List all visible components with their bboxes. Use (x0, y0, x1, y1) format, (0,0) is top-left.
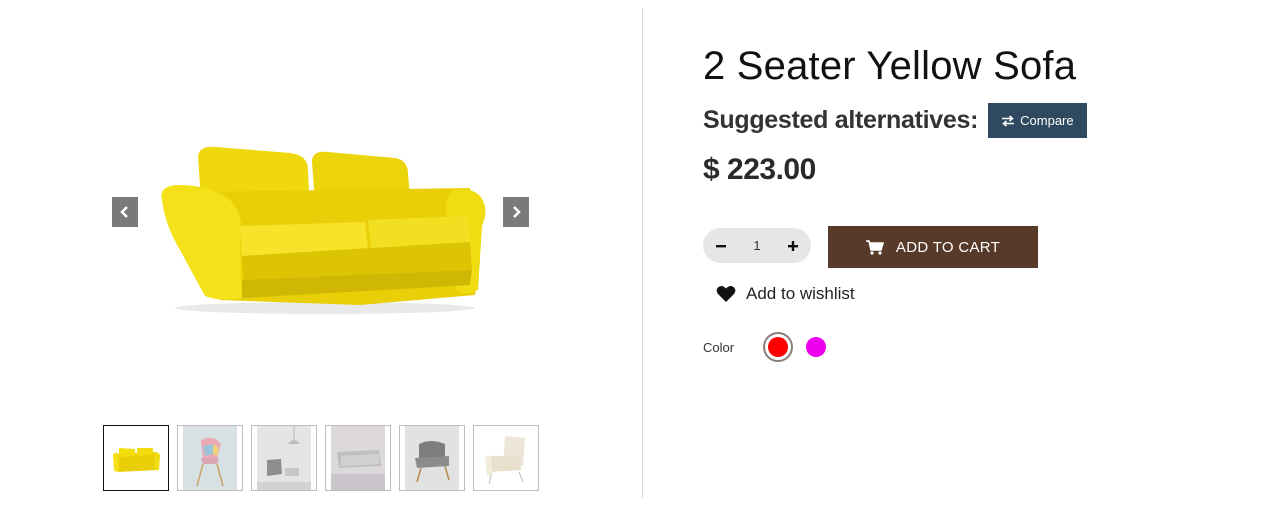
patchwork-chair-thumbnail-image (183, 426, 237, 490)
yellow-sofa-thumbnail-image (113, 448, 160, 472)
product-title: 2 Seater Yellow Sofa (703, 44, 1077, 88)
main-product-image (161, 146, 486, 314)
color-label: Color (703, 339, 735, 355)
thumbnail-cream-armchair[interactable] (473, 425, 539, 491)
thumbnail-grey-sofa[interactable] (325, 425, 391, 491)
thumbnail-patchwork-chair[interactable] (177, 425, 243, 491)
grey-sofa-thumbnail-image (331, 426, 385, 490)
cream-armchair-thumbnail-image (479, 426, 533, 490)
increase-quantity-button[interactable] (781, 234, 805, 258)
thumbnail-grey-armchair-room[interactable] (251, 425, 317, 491)
grey-armchair-thumbnail-image (405, 426, 459, 490)
compare-label: Compare (1020, 113, 1074, 128)
color-swatch-magenta[interactable] (801, 332, 831, 362)
red-swatch-fill (768, 337, 788, 357)
thumbnail-strip (103, 425, 539, 491)
color-selector: Color (703, 332, 831, 362)
exchange-icon (1002, 114, 1015, 127)
heart-icon (716, 286, 736, 302)
grey-armchair-room-thumbnail-image (257, 426, 311, 490)
add-to-cart-button[interactable]: ADD TO CART (828, 226, 1038, 268)
product-gallery (0, 0, 642, 507)
minus-icon (716, 244, 726, 247)
chevron-left-icon (120, 206, 128, 218)
gallery-next-button[interactable] (503, 197, 529, 227)
divider (642, 8, 643, 498)
chevron-right-icon (513, 206, 521, 218)
gallery-prev-button[interactable] (112, 197, 138, 227)
thumbnail-yellow-sofa[interactable] (103, 425, 169, 491)
thumbnail-grey-armchair[interactable] (399, 425, 465, 491)
color-swatch-red[interactable] (763, 332, 793, 362)
product-price: $ 223.00 (703, 153, 816, 186)
add-to-wishlist-link[interactable]: Add to wishlist (716, 284, 855, 304)
quantity-stepper (703, 228, 811, 263)
alternatives-label: Suggested alternatives: (703, 106, 979, 134)
magenta-swatch-fill (806, 337, 826, 357)
plus-icon (788, 240, 798, 251)
cart-icon (865, 239, 884, 255)
quantity-input[interactable] (740, 237, 774, 254)
decrease-quantity-button[interactable] (709, 234, 733, 258)
suggested-alternatives: Suggested alternatives: Compare (703, 103, 1087, 138)
wishlist-label: Add to wishlist (746, 284, 855, 303)
compare-button[interactable]: Compare (988, 103, 1087, 138)
add-to-cart-label: ADD TO CART (895, 238, 1001, 256)
